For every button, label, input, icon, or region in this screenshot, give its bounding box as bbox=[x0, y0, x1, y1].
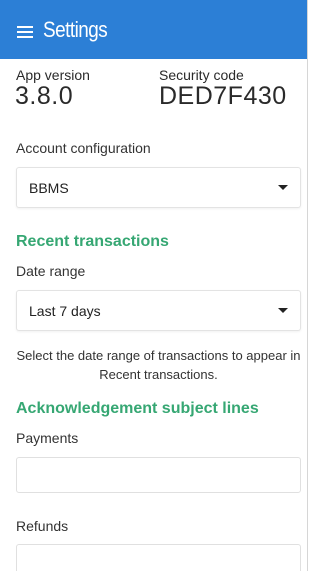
chevron-down-icon bbox=[278, 308, 288, 313]
hamburger-menu-icon[interactable] bbox=[17, 26, 33, 38]
security-code-label: Security code bbox=[159, 67, 244, 83]
settings-content[interactable]: App version 3.8.0 Security code DED7F430… bbox=[0, 59, 307, 571]
date-range-label: Date range bbox=[16, 263, 86, 279]
chevron-down-icon bbox=[278, 185, 288, 190]
account-configuration-label: Account configuration bbox=[16, 140, 151, 156]
refunds-label: Refunds bbox=[16, 518, 69, 534]
date-range-helper-text: Select the date range of transactions to… bbox=[16, 348, 301, 382]
app-header: Settings bbox=[0, 0, 307, 59]
refunds-subject-input[interactable] bbox=[16, 544, 301, 571]
payments-label: Payments bbox=[16, 430, 79, 446]
page-title: Settings bbox=[43, 17, 108, 42]
date-range-select[interactable]: Last 7 days bbox=[16, 290, 301, 331]
payments-subject-input[interactable] bbox=[16, 457, 301, 493]
acknowledgement-heading: Acknowledgement subject lines bbox=[16, 400, 259, 417]
app-version-label: App version bbox=[16, 67, 90, 83]
date-range-value: Last 7 days bbox=[29, 303, 101, 319]
settings-screen: Settings App version 3.8.0 Security code… bbox=[0, 0, 308, 571]
security-code-value: DED7F430 bbox=[159, 82, 287, 110]
account-configuration-select[interactable]: BBMS bbox=[16, 167, 301, 208]
app-version-value: 3.8.0 bbox=[15, 82, 74, 110]
account-configuration-value: BBMS bbox=[29, 180, 69, 196]
recent-transactions-heading: Recent transactions bbox=[16, 233, 169, 250]
